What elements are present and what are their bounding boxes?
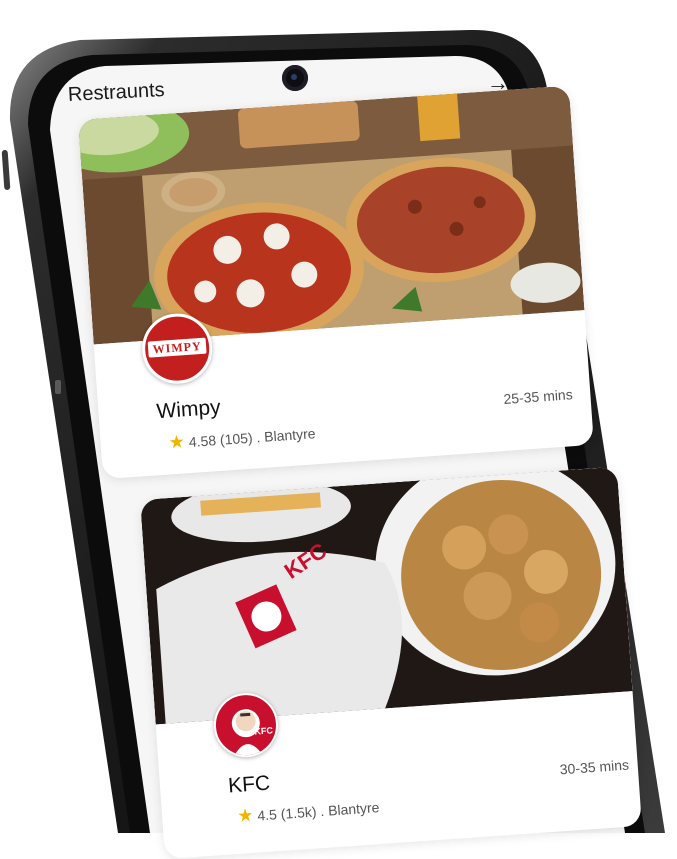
pizza-image (78, 85, 585, 345)
restaurant-meta: ★ 4.58 (105) . Blantyre (168, 425, 316, 453)
delivery-time: 30-35 mins (559, 756, 630, 778)
restaurant-name: Wimpy (155, 395, 222, 424)
svg-text:KFC: KFC (254, 725, 274, 736)
front-camera (282, 65, 308, 91)
restaurant-name: KFC (227, 771, 271, 798)
star-icon: ★ (168, 431, 186, 453)
chicken-image: KFC (140, 466, 633, 725)
restaurant-card-wimpy[interactable]: WIMPY Wimpy ★ 4.58 (105) . Blantyre 25-35… (78, 85, 594, 480)
restaurant-meta: ★ 4.5 (1.5k) . Blantyre (236, 799, 380, 826)
delivery-time: 25-35 mins (502, 386, 574, 407)
star-icon: ★ (236, 804, 255, 826)
phone-device: Restraunts → WIMPY Wimpy ★ 4.58 (105) . … (0, 0, 677, 859)
restaurant-card-kfc[interactable]: KFC KFC KFC ★ 4.5 (1.5k) . Blantyre 30-35… (140, 466, 642, 859)
